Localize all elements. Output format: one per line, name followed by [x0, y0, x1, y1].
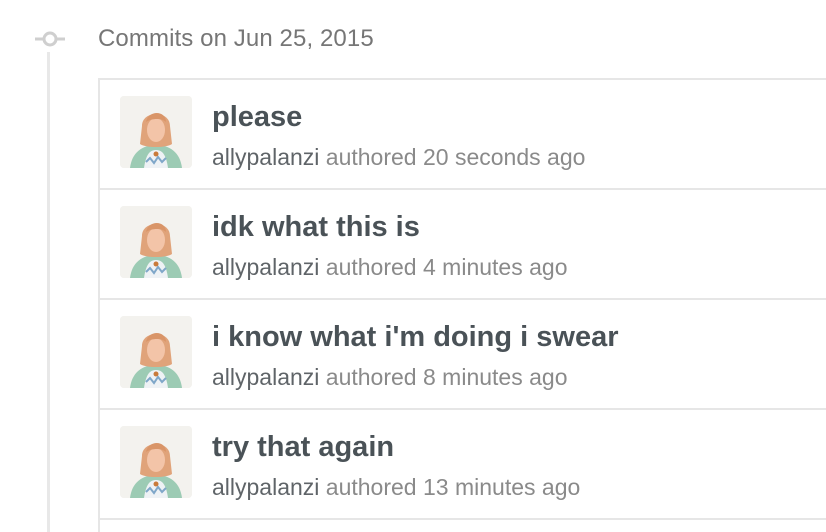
commit-message[interactable]: please: [212, 101, 302, 134]
avatar[interactable]: [120, 426, 192, 498]
commit-row[interactable]: try that again allypalanzi authored 13 m…: [100, 410, 826, 520]
commit-action: authored: [325, 254, 417, 280]
commit-author[interactable]: allypalanzi: [212, 144, 319, 170]
commit-time: 8 minutes ago: [423, 364, 568, 390]
commit-time: 13 minutes ago: [423, 474, 581, 500]
commit-meta: allypalanzi authored 13 minutes ago: [212, 474, 580, 501]
avatar[interactable]: [120, 316, 192, 388]
user-avatar-image: [120, 316, 192, 388]
git-commit-icon: [35, 31, 65, 47]
commit-meta: allypalanzi authored 8 minutes ago: [212, 364, 567, 391]
commit-author[interactable]: allypalanzi: [212, 474, 319, 500]
commit-author[interactable]: allypalanzi: [212, 364, 319, 390]
commit-author[interactable]: allypalanzi: [212, 254, 319, 280]
commit-group-title: Commits on Jun 25, 2015: [98, 25, 374, 52]
avatar[interactable]: [120, 96, 192, 168]
user-avatar-image: [120, 206, 192, 278]
avatar[interactable]: [120, 206, 192, 278]
commit-action: authored: [325, 364, 417, 390]
timeline-line: [47, 52, 50, 532]
user-avatar-image: [120, 426, 192, 498]
commit-row[interactable]: please allypalanzi authored 20 seconds a…: [100, 80, 826, 190]
commit-message[interactable]: i know what i'm doing i swear: [212, 321, 619, 354]
commit-list: please allypalanzi authored 20 seconds a…: [98, 78, 826, 532]
commit-time: 4 minutes ago: [423, 254, 568, 280]
commit-action: authored: [325, 144, 417, 170]
commit-message[interactable]: try that again: [212, 431, 394, 464]
user-avatar-image: [120, 96, 192, 168]
commit-time: 20 seconds ago: [423, 144, 586, 170]
commit-message[interactable]: idk what this is: [212, 211, 420, 244]
commit-meta: allypalanzi authored 4 minutes ago: [212, 254, 567, 281]
commit-meta: allypalanzi authored 20 seconds ago: [212, 144, 585, 171]
commits-page: Commits on Jun 25, 2015 please allypalan…: [0, 0, 826, 532]
commit-action: authored: [325, 474, 417, 500]
commit-row[interactable]: i know what i'm doing i swear allypalanz…: [100, 300, 826, 410]
commit-row[interactable]: idk what this is allypalanzi authored 4 …: [100, 190, 826, 300]
